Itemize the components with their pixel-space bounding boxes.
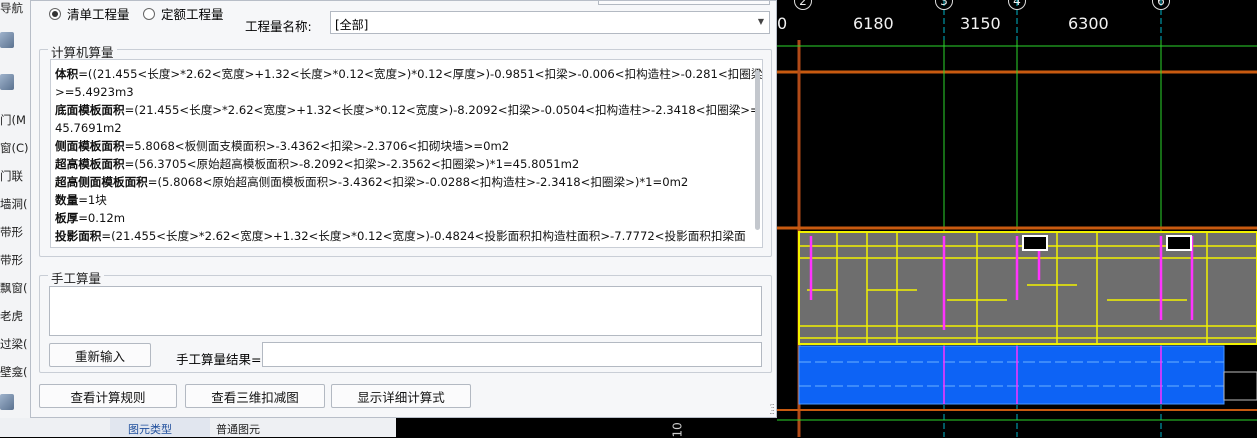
top-edge-button[interactable] [598, 1, 770, 5]
calc-line-expr: =1块 [78, 193, 107, 207]
calc-line: 投影面积=(21.455<长度>*2.62<宽度>+1.32<长度>*0.12<… [55, 227, 762, 245]
sidebar-item-strip-window[interactable]: 带形 [0, 224, 30, 240]
resize-grip-icon[interactable]: ·::.:: [769, 402, 775, 416]
quantity-name-select[interactable]: [全部] ▼ [330, 11, 770, 34]
scrollbar-thumb[interactable] [755, 70, 760, 230]
left-sidebar: 导航 门(M 窗(C) 门联 墙洞( 带形 带形 飘窗( 老虎 过梁( 壁龛( [0, 0, 31, 437]
manual-result-label: 手工算量结果= [176, 352, 262, 367]
calc-line: 超高模板面积=(56.3705<原始超高模板面积>-8.2092<扣梁>-2.3… [55, 155, 762, 173]
radio-label: 定额工程量 [161, 7, 224, 22]
calc-line: >=5.4923m3 [55, 83, 762, 101]
sidebar-item-door[interactable]: 门(M [0, 112, 30, 128]
sidebar-item-lintel[interactable]: 过梁( [0, 336, 30, 352]
calc-line-label: 超高侧面模板面积 [55, 175, 148, 189]
sidebar-item-window[interactable]: 窗(C) [0, 140, 30, 156]
radio-list-quantity[interactable]: 清单工程量 [49, 4, 130, 23]
calc-line-expr: =(21.455<长度>*2.62<宽度>+1.32<长度>*0.12<宽度>)… [124, 103, 760, 117]
quantity-dialog: 清单工程量 定额工程量 工程量名称: [全部] ▼ 计算机算量 体积=((21.… [30, 0, 777, 418]
component-icon [0, 32, 14, 48]
sidebar-item-dormer[interactable]: 老虎 [0, 308, 30, 324]
sidebar-item-wall-opening[interactable]: 墙洞( [0, 196, 30, 212]
calc-line-label: 板厚 [55, 211, 79, 225]
computer-calc-group: 计算机算量 体积=((21.455<长度>*2.62<宽度>+1.32<长度>*… [39, 42, 772, 257]
radio-label: 清单工程量 [67, 7, 130, 22]
cad-drawing [777, 0, 1257, 437]
calc-line: 体积=((21.455<长度>*2.62<宽度>+1.32<长度>*0.12<宽… [55, 65, 762, 83]
property-strip: 图元类型 普通图元 [0, 418, 396, 437]
calc-line-label: 侧面模板面积 [55, 139, 125, 153]
radio-checked-icon [49, 7, 61, 20]
component-icon [0, 74, 14, 90]
calc-line-expr: 45.7691m2 [55, 121, 122, 135]
manual-result-field[interactable] [262, 342, 762, 367]
calc-line-expr: =(56.3705<原始超高模板面积>-8.2092<扣梁>-2.3562<扣圈… [124, 157, 580, 171]
calc-line: 超高侧面模板面积=(5.8068<原始超高侧面模板面积>-3.4362<扣梁>-… [55, 173, 762, 191]
calc-text-area[interactable]: 体积=((21.455<长度>*2.62<宽度>+1.32<长度>*0.12<宽… [50, 59, 763, 248]
calc-line: 45.7691m2 [55, 119, 762, 137]
calc-line-expr: >=5.4923m3 [55, 85, 134, 99]
calc-line-label: 投影面积 [55, 229, 102, 243]
manual-calc-title: 手工算量 [48, 268, 105, 287]
calc-line: 板厚=0.12m [55, 209, 762, 227]
dimension-label: 3150 [960, 14, 1001, 33]
chevron-down-icon: ▼ [757, 17, 764, 26]
sidebar-item-door-window[interactable]: 门联 [0, 168, 30, 184]
manual-calc-group: 手工算量 重新输入 手工算量结果= [39, 268, 772, 373]
calc-line-label: 数量 [55, 193, 79, 207]
dimension-label: 6300 [1068, 14, 1109, 33]
calc-line-expr: =(5.8068<原始超高侧面模板面积>-3.4362<扣梁>-0.0288<扣… [147, 175, 689, 189]
calc-line: 积>-2.3418<投影面积扣圈梁面积>=45.7691m2 [55, 245, 762, 248]
cad-viewport[interactable]: 2 3 4 6 0 6180 3150 6300 [777, 0, 1257, 437]
calc-line-expr: =(21.455<长度>*2.62<宽度>+1.32<长度>*0.12<宽度>)… [101, 229, 746, 243]
calc-line-label: 底面模板面积 [55, 103, 125, 117]
reinput-button[interactable]: 重新输入 [49, 343, 151, 367]
radio-quota-quantity[interactable]: 定额工程量 [143, 4, 224, 23]
sidebar-item-niche[interactable]: 壁龛( [0, 364, 30, 380]
calc-lines: 体积=((21.455<长度>*2.62<宽度>+1.32<长度>*0.12<宽… [55, 65, 762, 248]
calc-line-expr: =((21.455<长度>*2.62<宽度>+1.32<长度>*0.12<宽度>… [78, 67, 763, 81]
radio-unchecked-icon [143, 7, 155, 20]
manual-calc-input[interactable] [49, 286, 762, 336]
calc-line-expr: =5.8068<板侧面支模面积>-3.4362<扣梁>-2.3706<扣砌块墙>… [124, 139, 510, 153]
sidebar-item-nav[interactable]: 导航 [0, 0, 30, 16]
quantity-name-label: 工程量名称: [245, 19, 312, 34]
show-detail-formula-button[interactable]: 显示详细计算式 [331, 384, 471, 408]
view-3d-deduction-button[interactable]: 查看三维扣减图 [185, 384, 325, 408]
calc-line: 底面模板面积=(21.455<长度>*2.62<宽度>+1.32<长度>*0.1… [55, 101, 762, 119]
property-name: 图元类型 [128, 423, 172, 436]
calc-line: 数量=1块 [55, 191, 762, 209]
dimension-label: 0 [777, 14, 788, 33]
calc-line-expr: =0.12m [78, 211, 126, 225]
dimension-label: 6180 [853, 14, 894, 33]
sidebar-item-strip-opening[interactable]: 带形 [0, 252, 30, 268]
view-calc-rules-button[interactable]: 查看计算规则 [39, 384, 177, 408]
calc-line-label: 体积 [55, 67, 79, 81]
calc-line: 侧面模板面积=5.8068<板侧面支模面积>-3.4362<扣梁>-2.3706… [55, 137, 762, 155]
calc-line-label: 超高模板面积 [55, 157, 125, 171]
calc-line-expr: 积>-2.3418<投影面积扣圈梁面积>=45.7691m2 [55, 247, 321, 248]
sidebar-item-bay-window[interactable]: 飘窗( [0, 280, 30, 296]
property-value: 普通图元 [216, 423, 260, 436]
quantity-name-value: [全部] [335, 18, 369, 32]
axis-text: 10 [670, 422, 685, 438]
component-icon [0, 394, 14, 410]
